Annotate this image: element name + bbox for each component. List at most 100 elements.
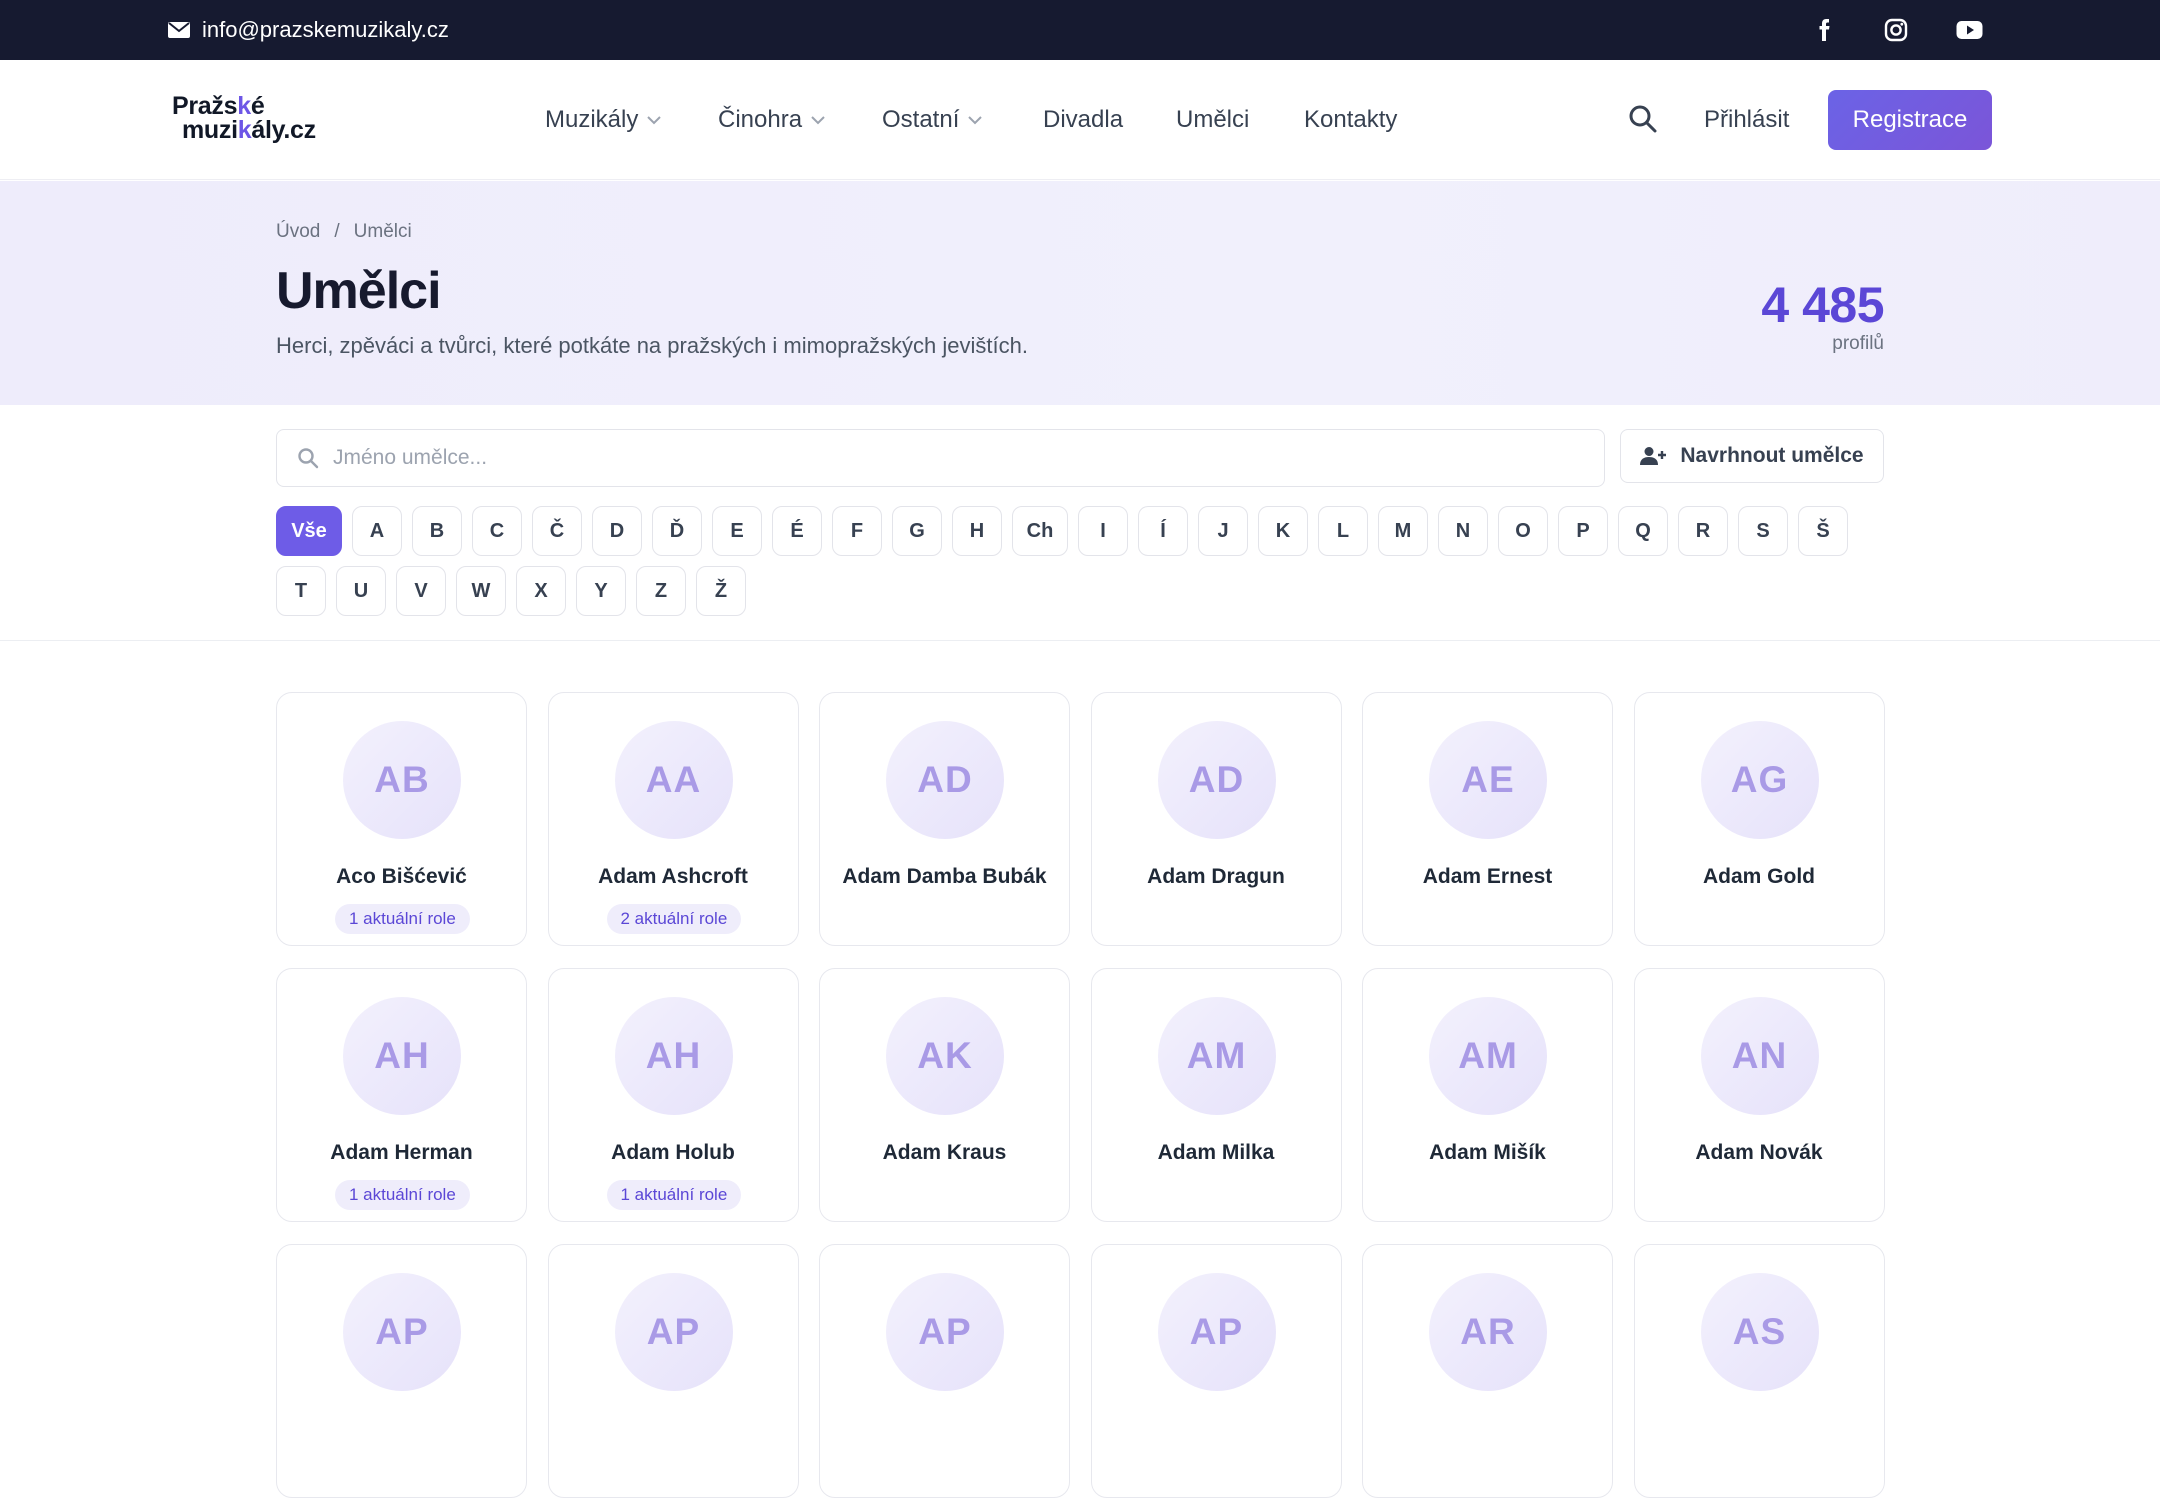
nav-muzikaly[interactable]: Muzikály xyxy=(545,60,662,180)
artist-card[interactable]: AH Adam Herman 1 aktuální role xyxy=(276,968,527,1222)
artist-card[interactable]: AP xyxy=(276,1244,527,1498)
main-header: Pražské muzikály.cz Muzikály Činohra Ost… xyxy=(0,60,2160,180)
artist-search[interactable] xyxy=(276,429,1605,487)
profile-count-label: profilů xyxy=(1832,333,1884,354)
header-search-button[interactable] xyxy=(1628,104,1658,134)
letter-filter-T[interactable]: T xyxy=(276,566,326,616)
letter-filter-Ch[interactable]: Ch xyxy=(1012,506,1068,556)
letter-filter-C[interactable]: C xyxy=(472,506,522,556)
youtube-link[interactable] xyxy=(1956,0,1983,60)
artist-name: Adam Ernest xyxy=(1422,865,1553,888)
artist-name: Adam Herman xyxy=(330,1141,473,1164)
letter-filter-E[interactable]: E xyxy=(712,506,762,556)
instagram-link[interactable] xyxy=(1884,0,1908,60)
artist-card[interactable]: AD Adam Damba Bubák xyxy=(819,692,1070,946)
letter-filter-U[interactable]: U xyxy=(336,566,386,616)
letter-filter-O[interactable]: O xyxy=(1498,506,1548,556)
artist-name: Adam Gold xyxy=(1702,865,1815,888)
artist-name: Adam Kraus xyxy=(882,1141,1007,1164)
artist-avatar: AE xyxy=(1429,721,1547,839)
breadcrumb-home[interactable]: Úvod xyxy=(276,221,320,243)
nav-divadla[interactable]: Divadla xyxy=(1043,60,1123,180)
letter-filter-B[interactable]: B xyxy=(412,506,462,556)
artist-card[interactable]: AM Adam Milka xyxy=(1090,968,1342,1222)
letter-filter-J[interactable]: J xyxy=(1198,506,1248,556)
artist-avatar: AP xyxy=(1157,1273,1276,1391)
nav-cinohra[interactable]: Činohra xyxy=(718,60,826,180)
logo-text-2a: muzi xyxy=(182,116,238,144)
suggest-artist-button[interactable]: Navrhnout umělce xyxy=(1620,429,1884,483)
nav-umelci[interactable]: Umělci xyxy=(1176,60,1249,180)
artist-card[interactable]: AR xyxy=(1362,1244,1613,1498)
letter-filter-Ž[interactable]: Ž xyxy=(696,566,746,616)
letter-filter-X[interactable]: X xyxy=(516,566,566,616)
artist-name: Adam Mišík xyxy=(1429,1141,1546,1164)
letter-filter-A[interactable]: A xyxy=(352,506,402,556)
artist-avatar: AM xyxy=(1157,997,1276,1115)
register-button[interactable]: Registrace xyxy=(1828,90,1992,150)
letter-filter-Z[interactable]: Z xyxy=(636,566,686,616)
artist-card[interactable]: AB Aco Bišćević 1 aktuální role xyxy=(276,692,527,946)
letter-filter-F[interactable]: F xyxy=(832,506,882,556)
nav-ostatni[interactable]: Ostatní xyxy=(882,60,983,180)
artist-card[interactable]: AA Adam Ashcroft 2 aktuální role xyxy=(547,692,799,946)
artist-name: Adam Damba Bubák xyxy=(842,865,1047,888)
artist-card[interactable]: AE Adam Ernest xyxy=(1362,692,1613,946)
letter-filter-Y[interactable]: Y xyxy=(576,566,626,616)
artist-avatar: AM xyxy=(1429,997,1547,1115)
letter-filter-Q[interactable]: Q xyxy=(1618,506,1668,556)
role-count-badge: 1 aktuální role xyxy=(335,1180,470,1210)
artist-avatar: AP xyxy=(886,1273,1004,1391)
letter-filter-N[interactable]: N xyxy=(1438,506,1488,556)
artist-search-input[interactable] xyxy=(333,446,1533,470)
letter-filter-P[interactable]: P xyxy=(1558,506,1608,556)
artist-avatar: AA xyxy=(614,721,733,839)
nav-divadla-label: Divadla xyxy=(1043,106,1124,133)
artist-card[interactable]: AD Adam Dragun xyxy=(1090,692,1342,946)
letter-filter-Í[interactable]: Í xyxy=(1138,506,1188,556)
artist-avatar: AP xyxy=(343,1273,461,1391)
artist-card[interactable]: AP xyxy=(547,1244,799,1498)
artist-card[interactable]: AG Adam Gold xyxy=(1633,692,1885,946)
nav-kontakty[interactable]: Kontakty xyxy=(1304,60,1397,180)
artist-card[interactable]: AN Adam Novák xyxy=(1633,968,1885,1222)
login-link[interactable]: Přihlásit xyxy=(1704,60,1789,180)
letter-filter-Š[interactable]: Š xyxy=(1798,506,1848,556)
letter-filter-Ď[interactable]: Ď xyxy=(652,506,702,556)
letter-filter-S[interactable]: S xyxy=(1738,506,1788,556)
artist-avatar: AD xyxy=(886,721,1004,839)
letter-filter-V[interactable]: V xyxy=(396,566,446,616)
letter-filter-I[interactable]: I xyxy=(1078,506,1128,556)
artist-card[interactable]: AP xyxy=(819,1244,1070,1498)
role-count-badge: 2 aktuální role xyxy=(606,904,742,934)
letter-filter-É[interactable]: É xyxy=(772,506,822,556)
letter-filter-L[interactable]: L xyxy=(1318,506,1368,556)
letter-filter-H[interactable]: H xyxy=(952,506,1002,556)
logo-text-2c: ály.cz xyxy=(251,116,316,144)
artist-name: Adam Novák xyxy=(1695,1141,1823,1164)
artist-card[interactable]: AP xyxy=(1090,1244,1342,1498)
letter-filter-M[interactable]: M xyxy=(1378,506,1428,556)
artist-card[interactable]: AH Adam Holub 1 aktuální role xyxy=(547,968,799,1222)
artist-avatar: AB xyxy=(343,721,461,839)
letter-filter-G[interactable]: G xyxy=(892,506,942,556)
letter-filter-Č[interactable]: Č xyxy=(532,506,582,556)
contact-email[interactable]: info@prazskemuzikaly.cz xyxy=(168,0,449,60)
artist-card[interactable]: AS xyxy=(1633,1244,1885,1498)
artist-card[interactable]: AM Adam Mišík xyxy=(1362,968,1613,1222)
artist-avatar: AD xyxy=(1157,721,1276,839)
search-icon xyxy=(298,448,319,469)
facebook-link[interactable] xyxy=(1812,0,1836,60)
artist-card[interactable]: AK Adam Kraus xyxy=(819,968,1070,1222)
artist-name: Adam Ashcroft xyxy=(598,865,748,888)
letter-filter-Vše[interactable]: Vše xyxy=(276,506,342,556)
section-divider xyxy=(0,640,2160,641)
breadcrumb-separator: / xyxy=(334,221,340,242)
site-logo[interactable]: Pražské muzikály.cz xyxy=(172,94,342,144)
chevron-down-icon xyxy=(968,116,983,125)
letter-filter-K[interactable]: K xyxy=(1258,506,1308,556)
letter-filter-W[interactable]: W xyxy=(456,566,506,616)
letter-filter-R[interactable]: R xyxy=(1678,506,1728,556)
letter-filter-D[interactable]: D xyxy=(592,506,642,556)
profile-count-number: 4 485 xyxy=(1761,277,1884,333)
